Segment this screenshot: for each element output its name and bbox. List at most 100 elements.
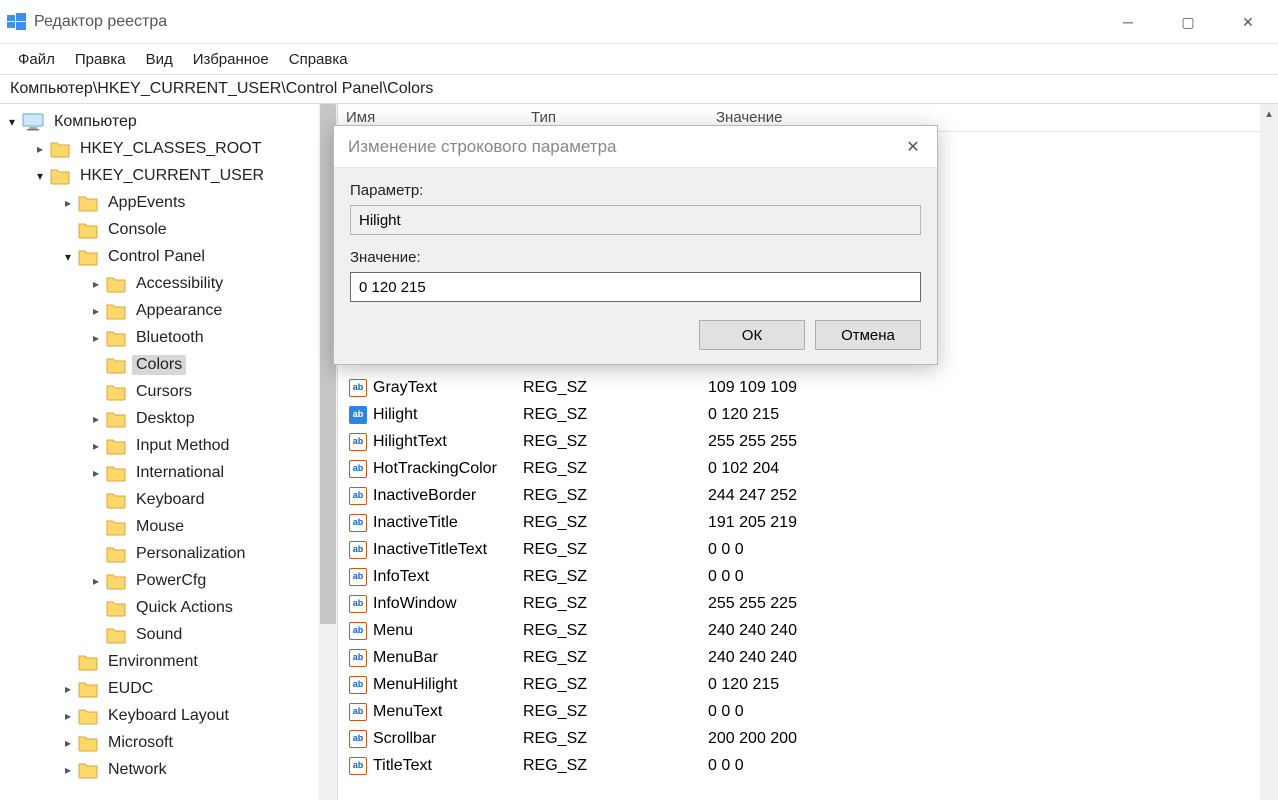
registry-value-row[interactable]: abInfoTextREG_SZ0 0 0 xyxy=(338,563,1260,590)
folder-icon xyxy=(106,356,126,374)
close-button[interactable]: ✕ xyxy=(1218,0,1278,44)
folder-icon xyxy=(106,410,126,428)
edit-string-dialog: Изменение строкового параметра ✕ Парамет… xyxy=(333,125,938,365)
expand-toggle-icon[interactable] xyxy=(88,438,104,454)
tree-item[interactable]: Sound xyxy=(0,621,337,648)
expand-toggle-icon[interactable] xyxy=(4,114,20,130)
value-data: 255 255 255 xyxy=(708,433,1260,451)
menu-item[interactable]: Справка xyxy=(279,47,358,72)
dialog-close-button[interactable]: ✕ xyxy=(899,134,927,160)
tree-view[interactable]: КомпьютерHKEY_CLASSES_ROOTHKEY_CURRENT_U… xyxy=(0,104,338,800)
tree-item[interactable]: International xyxy=(0,459,337,486)
folder-icon xyxy=(78,680,98,698)
dialog-actions: ОК Отмена xyxy=(350,320,921,350)
tree-item[interactable]: AppEvents xyxy=(0,189,337,216)
registry-value-row[interactable]: abTitleTextREG_SZ0 0 0 xyxy=(338,752,1260,779)
expand-toggle-icon[interactable] xyxy=(88,276,104,292)
value-data: 240 240 240 xyxy=(708,622,1260,640)
registry-value-row[interactable]: abInactiveTitleREG_SZ191 205 219 xyxy=(338,509,1260,536)
registry-value-row[interactable]: abInactiveTitleTextREG_SZ0 0 0 xyxy=(338,536,1260,563)
tree-item[interactable]: Accessibility xyxy=(0,270,337,297)
string-value-icon: ab xyxy=(348,514,368,532)
tree-item[interactable]: Desktop xyxy=(0,405,337,432)
tree-item[interactable]: Keyboard Layout xyxy=(0,702,337,729)
value-name: HilightText xyxy=(373,433,523,451)
addressbar[interactable]: Компьютер\HKEY_CURRENT_USER\Control Pane… xyxy=(0,74,1278,104)
registry-value-row[interactable]: abHilightTextREG_SZ255 255 255 xyxy=(338,428,1260,455)
registry-value-row[interactable]: abHilightREG_SZ0 120 215 xyxy=(338,401,1260,428)
tree-item[interactable]: Control Panel xyxy=(0,243,337,270)
minimize-button[interactable]: ─ xyxy=(1098,0,1158,44)
tree-item[interactable]: Console xyxy=(0,216,337,243)
tree-item[interactable]: Quick Actions xyxy=(0,594,337,621)
value-data: 0 102 204 xyxy=(708,460,1260,478)
tree-item[interactable]: Cursors xyxy=(0,378,337,405)
registry-value-row[interactable]: abMenuTextREG_SZ0 0 0 xyxy=(338,698,1260,725)
menu-item[interactable]: Избранное xyxy=(183,47,279,72)
cancel-button[interactable]: Отмена xyxy=(815,320,921,350)
tree-item[interactable]: Компьютер xyxy=(0,108,337,135)
menu-item[interactable]: Правка xyxy=(65,47,136,72)
value-name: MenuHilight xyxy=(373,676,523,694)
maximize-button[interactable]: ▢ xyxy=(1158,0,1218,44)
tree-item[interactable]: Bluetooth xyxy=(0,324,337,351)
tree-item[interactable]: Input Method xyxy=(0,432,337,459)
folder-icon xyxy=(106,329,126,347)
tree-item-label: Console xyxy=(104,220,171,240)
tree-item[interactable]: Environment xyxy=(0,648,337,675)
registry-value-row[interactable]: abMenuREG_SZ240 240 240 xyxy=(338,617,1260,644)
expand-toggle-icon[interactable] xyxy=(60,708,76,724)
menu-item[interactable]: Файл xyxy=(8,47,65,72)
expand-toggle-icon[interactable] xyxy=(88,411,104,427)
tree-item[interactable]: EUDC xyxy=(0,675,337,702)
dialog-titlebar: Изменение строкового параметра ✕ xyxy=(334,126,937,168)
expand-toggle-icon[interactable] xyxy=(32,168,48,184)
value-name: HotTrackingColor xyxy=(373,460,523,478)
tree-item[interactable]: Personalization xyxy=(0,540,337,567)
value-name: InfoText xyxy=(373,568,523,586)
tree-item-label: International xyxy=(132,463,228,483)
tree-item[interactable]: HKEY_CURRENT_USER xyxy=(0,162,337,189)
folder-icon xyxy=(78,194,98,212)
tree-item[interactable]: Microsoft xyxy=(0,729,337,756)
expand-toggle-icon[interactable] xyxy=(60,249,76,265)
expand-toggle-icon[interactable] xyxy=(60,762,76,778)
value-name: GrayText xyxy=(373,379,523,397)
expand-toggle-icon[interactable] xyxy=(32,141,48,157)
value-type: REG_SZ xyxy=(523,541,708,559)
scroll-up-arrow[interactable]: ▴ xyxy=(1260,104,1278,122)
tree-item[interactable]: Appearance xyxy=(0,297,337,324)
expand-toggle-icon[interactable] xyxy=(60,735,76,751)
registry-value-row[interactable]: abInactiveBorderREG_SZ244 247 252 xyxy=(338,482,1260,509)
tree-item[interactable]: HKEY_CLASSES_ROOT xyxy=(0,135,337,162)
tree-item-label: AppEvents xyxy=(104,193,189,213)
registry-value-row[interactable]: abGrayTextREG_SZ109 109 109 xyxy=(338,374,1260,401)
registry-value-row[interactable]: abMenuBarREG_SZ240 240 240 xyxy=(338,644,1260,671)
string-value-icon: ab xyxy=(348,460,368,478)
expand-toggle-icon[interactable] xyxy=(60,195,76,211)
registry-value-row[interactable]: abMenuHilightREG_SZ0 120 215 xyxy=(338,671,1260,698)
expand-toggle-icon[interactable] xyxy=(88,330,104,346)
expand-toggle-icon[interactable] xyxy=(88,303,104,319)
value-name: InactiveBorder xyxy=(373,487,523,505)
folder-icon xyxy=(106,599,126,617)
value-data: 0 0 0 xyxy=(708,757,1260,775)
registry-value-row[interactable]: abScrollbarREG_SZ200 200 200 xyxy=(338,725,1260,752)
tree-item[interactable]: Network xyxy=(0,756,337,783)
registry-value-row[interactable]: abHotTrackingColorREG_SZ0 102 204 xyxy=(338,455,1260,482)
tree-item[interactable]: PowerCfg xyxy=(0,567,337,594)
app-title: Редактор реестра xyxy=(34,13,167,31)
tree-item[interactable]: Keyboard xyxy=(0,486,337,513)
tree-item[interactable]: Mouse xyxy=(0,513,337,540)
value-input[interactable]: 0 120 215 xyxy=(350,272,921,302)
menu-item[interactable]: Вид xyxy=(136,47,183,72)
folder-icon xyxy=(78,221,98,239)
string-value-icon: ab xyxy=(348,379,368,397)
ok-button[interactable]: ОК xyxy=(699,320,805,350)
expand-toggle-icon[interactable] xyxy=(88,573,104,589)
expand-toggle-icon[interactable] xyxy=(88,465,104,481)
main-scrollbar[interactable]: ▴ xyxy=(1260,104,1278,800)
expand-toggle-icon[interactable] xyxy=(60,681,76,697)
registry-value-row[interactable]: abInfoWindowREG_SZ255 255 225 xyxy=(338,590,1260,617)
tree-item[interactable]: Colors xyxy=(0,351,337,378)
